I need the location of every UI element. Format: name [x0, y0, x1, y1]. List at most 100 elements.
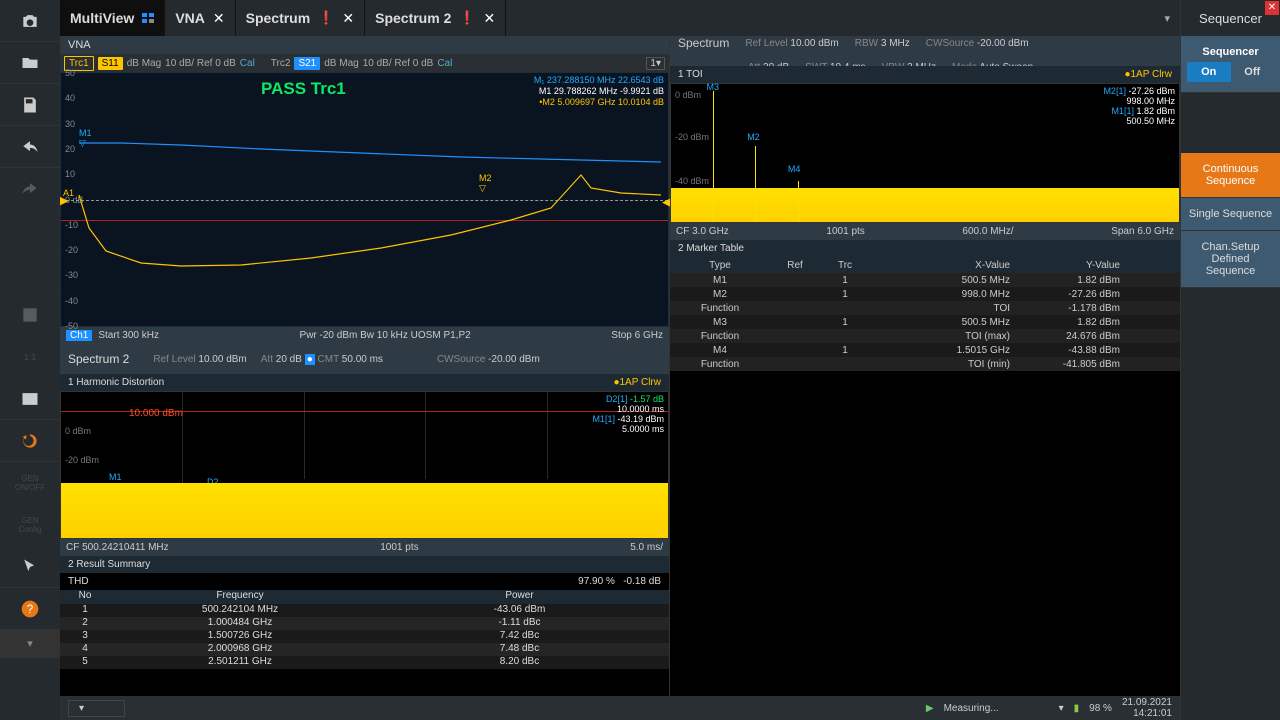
panel-title: Spectrum [678, 36, 729, 50]
help-icon[interactable]: ? [0, 588, 60, 630]
fit-icon[interactable] [0, 294, 60, 336]
zoom-out-icon[interactable] [0, 252, 60, 294]
single-sequence-button[interactable]: Single Sequence [1181, 198, 1280, 231]
marker-m3: M3 [707, 82, 720, 92]
marker-a1: A1 [63, 188, 74, 198]
gen-config-icon[interactable]: GENConfig [0, 504, 60, 546]
table-row: FunctionTOI (min)-41.805 dBm [670, 357, 1180, 371]
col-hdr-x: X-Value [870, 260, 1040, 271]
x-stop: Stop 6 GHz [611, 330, 663, 341]
status-time: 14:21:01 [1133, 708, 1172, 719]
tab-multiview[interactable]: MultiView [60, 0, 165, 36]
continuous-sequence-button[interactable]: Continuous Sequence [1181, 153, 1280, 198]
tab-label: Spectrum 2 [375, 10, 451, 26]
col-hdr-freq: Frequency [110, 590, 370, 604]
x-span: 5.0 ms/ [630, 542, 663, 553]
svg-text:?: ? [27, 603, 34, 616]
status-dropdown[interactable]: ▾ [68, 700, 125, 717]
tab-spectrum2[interactable]: Spectrum 2 ❗ ✕ [365, 0, 506, 36]
right-panel: ✕ Sequencer Sequencer On Off Continuous … [1180, 0, 1280, 720]
tab-overflow[interactable]: ▾ [1154, 0, 1180, 36]
panel-title: Spectrum 2 [68, 352, 129, 366]
sequencer-button[interactable]: Sequencer On Off [1181, 36, 1280, 93]
y-tick: -20 dBm [65, 455, 99, 465]
y-tick: 0 dBm [675, 90, 701, 100]
chan-setup-sequence-button[interactable]: Chan.Setup Defined Sequence [1181, 231, 1280, 288]
toggle-off[interactable]: Off [1231, 62, 1275, 82]
marker-m2: M2 [747, 132, 760, 142]
left-toolbar: 1:1 GENON/OFF GENConfig ? ▾ [0, 0, 60, 720]
pointer-icon[interactable] [0, 546, 60, 588]
open-icon[interactable] [0, 42, 60, 84]
x-cf: CF 500.24210411 MHz [66, 542, 169, 553]
trace-format: dB Mag [127, 58, 161, 69]
trace-ref: 10 dB/ Ref 0 dB [363, 58, 434, 69]
tab-vna[interactable]: VNA ✕ [165, 0, 235, 36]
trace-cal: Cal [240, 58, 255, 69]
spectrum2-x-axis: CF 500.24210411 MHz 1001 pts 5.0 ms/ [60, 539, 669, 556]
col-hdr-no: No [60, 590, 110, 604]
table-row: 42.000968 GHz7.48 dBc [60, 643, 669, 656]
camera-icon[interactable] [0, 0, 60, 42]
y-tick: 0 dBm [65, 426, 91, 436]
close-icon[interactable]: ✕ [1265, 1, 1279, 15]
gen-on-icon[interactable]: GENON/OFF [0, 462, 60, 504]
table-row: M411.5015 GHz-43.88 dBm [670, 343, 1180, 357]
trace-mode: ●1AP Clrw [613, 377, 661, 388]
window-icon[interactable] [0, 378, 60, 420]
table-row: M31500.5 MHz1.82 dBm [670, 315, 1180, 329]
cycle-icon[interactable] [0, 420, 60, 462]
redo-icon[interactable] [0, 168, 60, 210]
vna-plot[interactable]: 50 40 30 20 10 0 dB -10 -20 -30 -40 -50 … [60, 72, 669, 327]
x-settings: Pwr -20 dBm Bw 10 kHz UOSM P1,P2 [300, 330, 471, 341]
undo-icon[interactable] [0, 126, 60, 168]
battery-icon: ▮ [1074, 703, 1080, 714]
trace-mode: ●1AP Clrw [1124, 69, 1172, 80]
play-icon[interactable]: ▶ [926, 703, 934, 714]
tab-label: MultiView [70, 10, 134, 26]
vna-traces [61, 73, 668, 326]
tab-label: Spectrum [246, 10, 311, 26]
close-icon[interactable]: ✕ [342, 10, 354, 27]
x-pts: 1001 pts [380, 542, 418, 553]
trace-tag: Trc2 [271, 58, 291, 69]
warn-icon: ❗ [459, 10, 475, 26]
spectrum-plot[interactable]: 0 dBm -20 dBm -40 dBm M3 M2 M4 M2[1] -27… [670, 83, 1180, 223]
spectrum2-header: Spectrum 2 Ref Level 10.00 dBm Att 20 dB… [60, 344, 669, 374]
table-row: M21998.0 MHz-27.26 dBm [670, 287, 1180, 301]
close-icon[interactable]: ✕ [484, 10, 496, 27]
trace-ref: 10 dB/ Ref 0 dB [165, 58, 236, 69]
toggle-on[interactable]: On [1187, 62, 1231, 82]
col-hdr-pwr: Power [370, 590, 669, 604]
s-param-tag: S21 [294, 57, 320, 70]
table-row: 1500.242104 MHz-43.06 dBm [60, 604, 669, 617]
trace-cal: Cal [437, 58, 452, 69]
table-row: 31.500726 GHz7.42 dBc [60, 630, 669, 643]
ref-line-label: 10.000 dBm [129, 408, 183, 419]
close-icon[interactable]: ✕ [213, 10, 225, 27]
multiview-icon [142, 13, 154, 23]
spectrum-readout: M2[1] -27.26 dBm 998.00 MHz M1[1] 1.82 d… [1103, 86, 1175, 126]
x-span: Span 6.0 GHz [1111, 226, 1174, 237]
marker-table: Type Ref Trc X-Value Y-Value M11500.5 MH… [670, 257, 1180, 371]
s-param-tag: S11 [98, 57, 123, 70]
col-hdr-type: Type [670, 260, 770, 271]
spectrum2-readout: D2[1] -1.57 dB 10.0000 ms M1[1] -43.19 d… [592, 394, 664, 434]
vna-x-axis: Ch1Start 300 kHz Pwr -20 dBm Bw 10 kHz U… [60, 327, 669, 344]
zoom-in-icon[interactable] [0, 210, 60, 252]
channel-tag: Ch1 [66, 330, 92, 341]
spectrum2-plot[interactable]: 10.000 dBm 0 dBm -20 dBm -60 dBm M1▽ D2▽… [60, 391, 669, 539]
tab-spectrum[interactable]: Spectrum ❗ ✕ [236, 0, 366, 36]
main-area: MultiView VNA ✕ Spectrum ❗ ✕ Spectrum 2 … [60, 0, 1180, 720]
dropdown-icon[interactable]: 1▾ [646, 57, 665, 70]
save-icon[interactable] [0, 84, 60, 126]
trace-format: dB Mag [324, 58, 358, 69]
spectrum-header: Spectrum Ref Level 10.00 dBm RBW 3 MHz C… [670, 36, 1180, 66]
col-hdr-trc: Trc [820, 260, 870, 271]
marker-table-hdr: 2 Marker Table [670, 240, 1180, 257]
x-cf: CF 3.0 GHz [676, 226, 729, 237]
ratio-icon[interactable]: 1:1 [0, 336, 60, 378]
expand-icon[interactable]: ▾ [0, 630, 60, 658]
marker-m2: M2▽ [479, 173, 492, 194]
warn-icon: ❗ [318, 10, 334, 26]
